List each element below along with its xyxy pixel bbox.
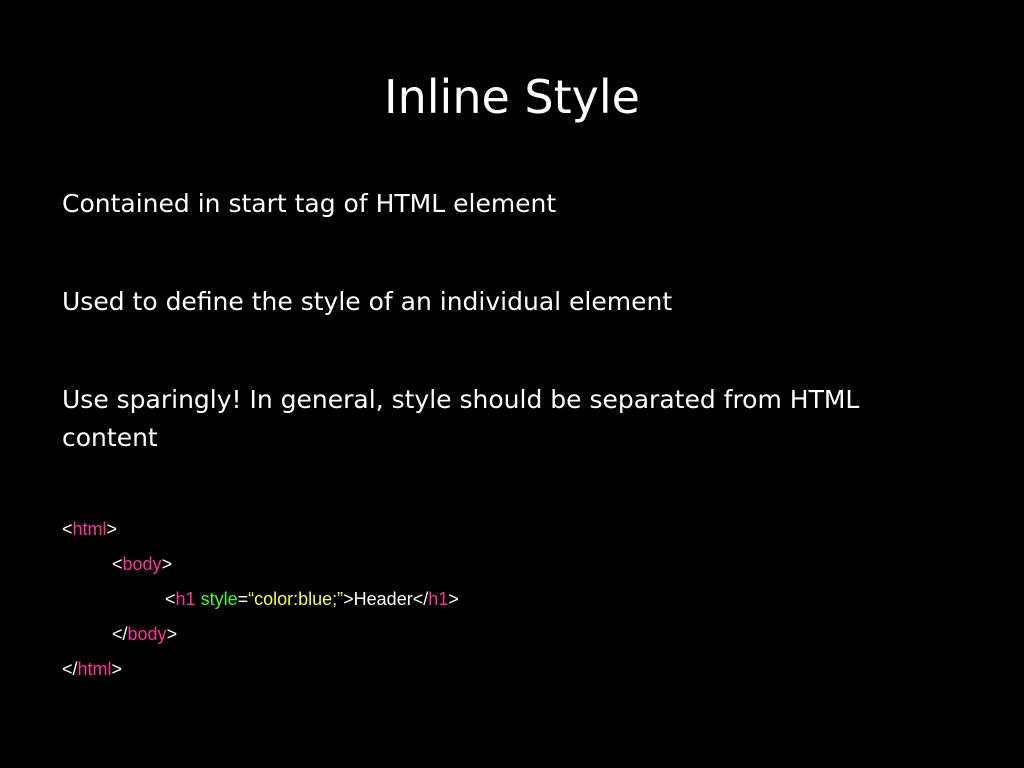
code-attribute-value: “color:blue;” <box>248 589 344 609</box>
bullet-item: Used to define the style of an individua… <box>62 287 673 316</box>
code-punct: </ <box>112 624 128 644</box>
code-line-html-open: <html> <box>62 512 962 547</box>
slide-title: Inline Style <box>384 70 640 124</box>
code-tag: body <box>127 624 167 644</box>
code-tag: body <box>122 554 162 574</box>
code-punct: </ <box>62 659 78 679</box>
bullet-list: Contained in start tag of HTML element U… <box>62 185 962 517</box>
code-punct: < <box>112 554 123 574</box>
code-punct: > <box>161 554 173 574</box>
code-line-body-open: <body> <box>62 547 962 582</box>
code-punct: > <box>343 589 354 609</box>
bullet-item: Contained in start tag of HTML element <box>62 189 557 218</box>
code-punct: > <box>106 519 118 539</box>
code-tag: h1 <box>428 589 449 609</box>
slide: Inline Style Contained in start tag of H… <box>0 0 1024 768</box>
code-punct: < <box>165 589 176 609</box>
code-equals: = <box>237 589 249 609</box>
code-tag: html <box>77 659 112 679</box>
code-attribute: style <box>200 589 238 609</box>
code-example: <html> <body> <h1 style=“color:blue;”>He… <box>62 512 962 687</box>
code-tag: h1 <box>175 589 196 609</box>
code-line-h1: <h1 style=“color:blue;”>Header</h1> <box>62 582 962 617</box>
code-punct: </ <box>412 589 429 609</box>
code-line-html-close: </html> <box>62 652 962 687</box>
bullet-item: Use sparingly! In general, style should … <box>62 385 860 452</box>
code-punct: > <box>111 659 123 679</box>
code-punct: > <box>448 589 459 609</box>
code-punct: > <box>166 624 178 644</box>
code-punct: < <box>62 519 73 539</box>
code-text: Header <box>353 589 413 609</box>
code-tag: html <box>72 519 107 539</box>
code-line-body-close: </body> <box>62 617 962 652</box>
